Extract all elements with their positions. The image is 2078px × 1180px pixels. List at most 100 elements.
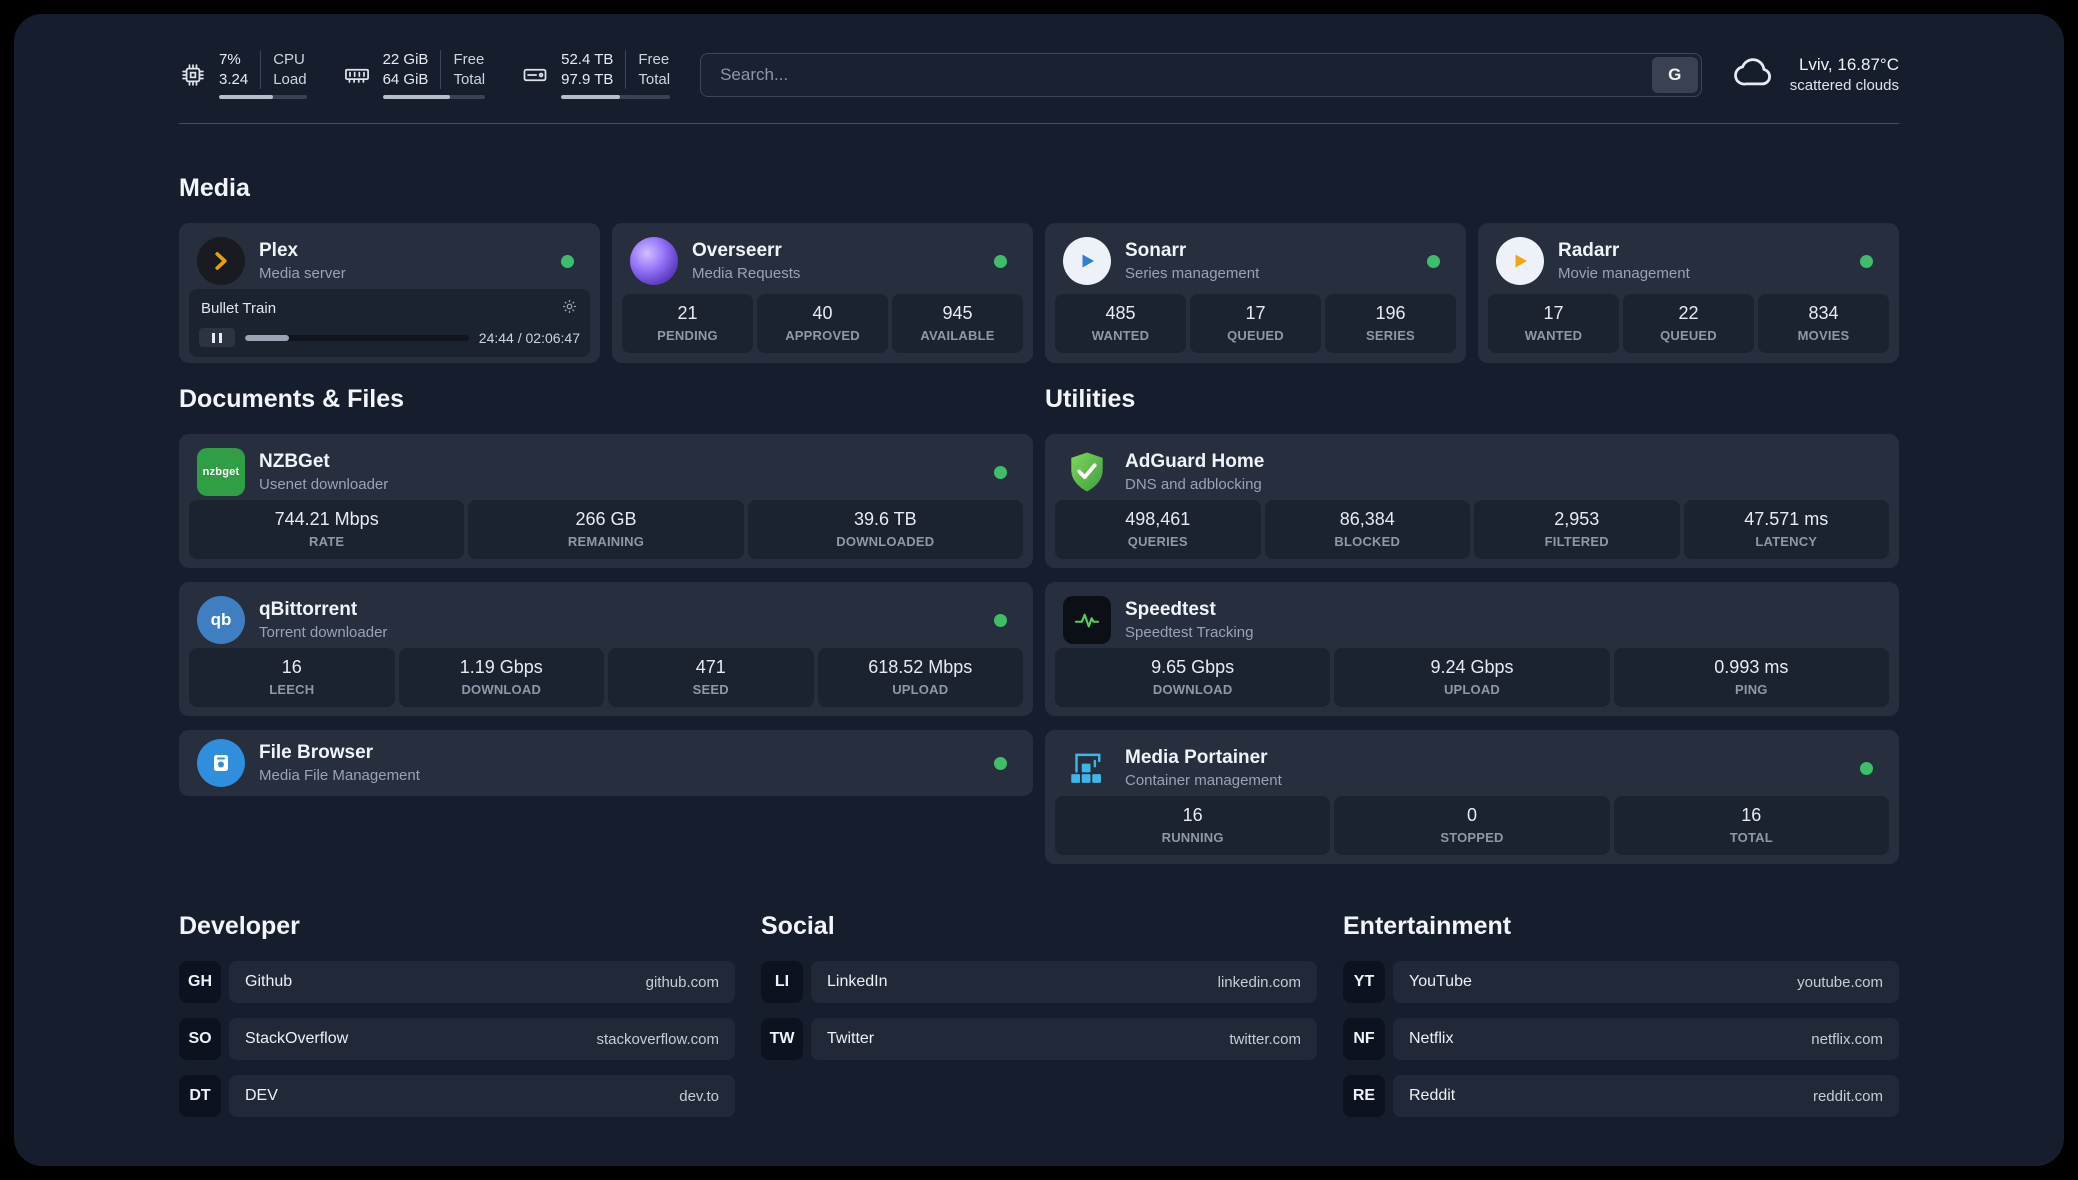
bookmark-youtube[interactable]: YT YouTube youtube.com: [1343, 961, 1899, 1003]
bookmark-link[interactable]: Github github.com: [229, 961, 735, 1003]
plex-icon: [197, 237, 245, 285]
bookmark-url: reddit.com: [1813, 1088, 1883, 1105]
pause-button[interactable]: [199, 328, 235, 347]
search-bar: G: [700, 53, 1702, 97]
app-card-filebrowser[interactable]: File Browser Media File Management: [179, 730, 1033, 796]
ram-free-value: 22 GiB: [383, 50, 429, 70]
dashboard: 7% 3.24 CPU Load: [14, 14, 2064, 1166]
bookmark-link[interactable]: LinkedIn linkedin.com: [811, 961, 1317, 1003]
stat-label: FILTERED: [1478, 534, 1676, 549]
disk-free-label: Free: [638, 50, 670, 70]
bookmark-group-social: Social LI LinkedIn linkedin.com TW Twitt…: [761, 912, 1317, 1117]
stat-download: 1.19 Gbps DOWNLOAD: [399, 648, 605, 707]
stat-value: 47.571 ms: [1688, 509, 1886, 530]
ram-progress-bar: [383, 95, 486, 99]
status-online-dot: [994, 757, 1007, 770]
bookmark-name: StackOverflow: [245, 1030, 348, 1048]
stat-value: 744.21 Mbps: [193, 509, 460, 530]
bookmark-url: stackoverflow.com: [596, 1031, 719, 1048]
stat-downloaded: 39.6 TB DOWNLOADED: [748, 500, 1023, 559]
stat-value: 618.52 Mbps: [822, 657, 1020, 678]
app-subtitle: Container management: [1125, 772, 1282, 789]
bookmark-twitter[interactable]: TW Twitter twitter.com: [761, 1018, 1317, 1060]
stat-label: QUEUED: [1194, 328, 1317, 343]
stat-label: STOPPED: [1338, 830, 1605, 845]
bookmark-name: Netflix: [1409, 1030, 1453, 1048]
app-name: Media Portainer: [1125, 747, 1282, 769]
bookmark-link[interactable]: DEV dev.to: [229, 1075, 735, 1117]
cpu-progress-bar: [219, 95, 307, 99]
stat-latency: 47.571 ms LATENCY: [1684, 500, 1890, 559]
bookmark-abbr-icon: LI: [761, 961, 803, 1003]
qbittorrent-icon: qb: [197, 596, 245, 644]
stat-value: 17: [1492, 303, 1615, 324]
stat-label: DOWNLOAD: [403, 682, 601, 697]
stat-total: 16 TOTAL: [1614, 796, 1889, 855]
bookmark-link[interactable]: Reddit reddit.com: [1393, 1075, 1899, 1117]
app-name: AdGuard Home: [1125, 451, 1264, 473]
stat-value: 16: [1059, 805, 1326, 826]
bookmark-linkedin[interactable]: LI LinkedIn linkedin.com: [761, 961, 1317, 1003]
app-card-portainer[interactable]: Media Portainer Container management 16 …: [1045, 730, 1899, 864]
stat-stopped: 0 STOPPED: [1334, 796, 1609, 855]
stat-pending: 21 PENDING: [622, 294, 753, 353]
bookmark-link[interactable]: StackOverflow stackoverflow.com: [229, 1018, 735, 1060]
app-name: Speedtest: [1125, 599, 1253, 621]
stat-value: 9.65 Gbps: [1059, 657, 1326, 678]
stat-wanted: 17 WANTED: [1488, 294, 1619, 353]
bookmark-group-title: Social: [761, 912, 1317, 941]
cpu-load-average: 3.24: [219, 70, 248, 90]
ram-metric: 22 GiB 64 GiB Free Total: [343, 50, 486, 99]
bookmark-name: YouTube: [1409, 973, 1472, 991]
app-name: NZBGet: [259, 451, 388, 473]
gear-icon[interactable]: [561, 298, 578, 319]
app-card-adguard[interactable]: AdGuard Home DNS and adblocking 498,461 …: [1045, 434, 1899, 568]
bookmark-url: linkedin.com: [1218, 974, 1301, 991]
app-card-nzbget[interactable]: nzbget NZBGet Usenet downloader 744.21 M…: [179, 434, 1033, 568]
bookmark-url: netflix.com: [1811, 1031, 1883, 1048]
bookmark-github[interactable]: GH Github github.com: [179, 961, 735, 1003]
bookmark-dev[interactable]: DT DEV dev.to: [179, 1075, 735, 1117]
stat-queued: 22 QUEUED: [1623, 294, 1754, 353]
bookmark-reddit[interactable]: RE Reddit reddit.com: [1343, 1075, 1899, 1117]
app-card-speedtest[interactable]: Speedtest Speedtest Tracking 9.65 Gbps D…: [1045, 582, 1899, 716]
disk-total-value: 97.9 TB: [561, 70, 613, 90]
system-metrics: 7% 3.24 CPU Load: [179, 50, 670, 99]
weather-condition: scattered clouds: [1790, 77, 1899, 94]
app-card-overseerr[interactable]: Overseerr Media Requests 21 PENDING 40 A…: [612, 223, 1033, 363]
stat-value: 17: [1194, 303, 1317, 324]
stat-value: 40: [761, 303, 884, 324]
bookmark-link[interactable]: Netflix netflix.com: [1393, 1018, 1899, 1060]
stat-label: LATENCY: [1688, 534, 1886, 549]
bookmark-stackoverflow[interactable]: SO StackOverflow stackoverflow.com: [179, 1018, 735, 1060]
stat-value: 834: [1762, 303, 1885, 324]
app-card-radarr[interactable]: Radarr Movie management 17 WANTED 22 QUE…: [1478, 223, 1899, 363]
search-engine-button[interactable]: G: [1652, 57, 1698, 93]
stat-label: UPLOAD: [1338, 682, 1605, 697]
radarr-icon: [1496, 237, 1544, 285]
stat-upload: 618.52 Mbps UPLOAD: [818, 648, 1024, 707]
disk-free-value: 52.4 TB: [561, 50, 613, 70]
search-input[interactable]: [704, 65, 1652, 85]
sonarr-icon: [1063, 237, 1111, 285]
stat-label: WANTED: [1492, 328, 1615, 343]
bookmark-abbr-icon: RE: [1343, 1075, 1385, 1117]
stat-value: 9.24 Gbps: [1338, 657, 1605, 678]
stat-value: 498,461: [1059, 509, 1257, 530]
app-card-qbittorrent[interactable]: qb qBittorrent Torrent downloader 16 LEE…: [179, 582, 1033, 716]
cpu-usage-percent: 7%: [219, 50, 248, 70]
stat-wanted: 485 WANTED: [1055, 294, 1186, 353]
stat-label: DOWNLOAD: [1059, 682, 1326, 697]
disk-total-label: Total: [638, 70, 670, 90]
bookmark-netflix[interactable]: NF Netflix netflix.com: [1343, 1018, 1899, 1060]
weather-widget[interactable]: Lviv, 16.87°C scattered clouds: [1732, 50, 1899, 99]
app-card-plex[interactable]: Plex Media server Bullet Train: [179, 223, 600, 363]
app-subtitle: Usenet downloader: [259, 476, 388, 493]
playback-progress-bar[interactable]: [245, 335, 469, 341]
utilities-section-title: Utilities: [1045, 385, 1899, 414]
app-card-sonarr[interactable]: Sonarr Series management 485 WANTED 17 Q…: [1045, 223, 1466, 363]
stat-value: 2,953: [1478, 509, 1676, 530]
portainer-crane-icon: [1063, 744, 1111, 792]
bookmark-link[interactable]: YouTube youtube.com: [1393, 961, 1899, 1003]
bookmark-link[interactable]: Twitter twitter.com: [811, 1018, 1317, 1060]
